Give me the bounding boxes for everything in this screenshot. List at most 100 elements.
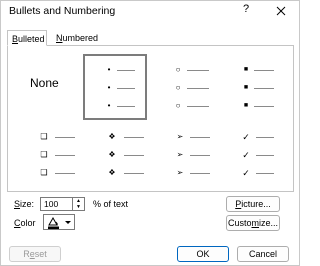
size-spin-down-button[interactable]: ▼	[73, 204, 84, 211]
picture-button-label: icture...	[241, 199, 271, 209]
size-label: Size:	[14, 199, 34, 209]
reset-button[interactable]: Reset	[9, 246, 61, 262]
bullet-preview-row: ❖	[102, 168, 166, 178]
title-bar: Bullets and Numbering ?	[1, 1, 301, 23]
bullet-style-hollow-square[interactable]: ❑ ❑ ❑	[29, 128, 93, 186]
reset-button-post: set	[34, 249, 47, 259]
bullet-preview-row: ✓	[236, 168, 300, 178]
customize-button-post: ize...	[259, 218, 279, 228]
arrowhead-icon: ➢	[176, 132, 184, 141]
hollow-circle-icon: ○	[175, 101, 181, 110]
color-label: Color	[14, 218, 36, 228]
font-color-icon	[48, 216, 71, 229]
checkmark-icon: ✓	[242, 132, 250, 142]
preview-line	[190, 137, 210, 138]
preview-line	[190, 155, 210, 156]
bullet-style-none[interactable]: None	[14, 53, 78, 119]
checkmark-icon: ✓	[242, 168, 250, 178]
bullet-style-checkmark[interactable]: ✓ ✓ ✓	[236, 128, 300, 186]
tab-bulleted[interactable]: Bulleted	[7, 30, 47, 46]
bullet-style-filled-square[interactable]: ■ ■ ■	[224, 55, 288, 121]
color-label-text: olor	[20, 218, 36, 228]
checkmark-icon: ✓	[242, 150, 250, 160]
arrowhead-icon: ➢	[176, 168, 184, 177]
bullet-preview-row: ✓	[236, 132, 300, 142]
bullet-style-arrowhead[interactable]: ➢ ➢ ➢	[170, 128, 234, 186]
size-label-text: ize:	[20, 199, 35, 209]
preview-line	[254, 70, 274, 71]
bullet-preview-row: ➢	[170, 168, 234, 178]
bullet-preview-row: ➢	[170, 150, 234, 160]
preview-line	[117, 70, 135, 71]
hollow-circle-icon: ○	[175, 65, 181, 74]
preview-line	[124, 173, 144, 174]
cancel-button[interactable]: Cancel	[237, 246, 289, 262]
bullet-preview-row: ○	[155, 101, 219, 111]
filled-square-icon: ■	[243, 66, 249, 73]
size-suffix: % of text	[93, 199, 129, 209]
bullet-preview-row: ❑	[29, 150, 93, 160]
preview-line	[187, 106, 209, 107]
preview-line	[55, 155, 75, 156]
picture-button[interactable]: Picture...	[226, 196, 280, 212]
hollow-square-icon: ❑	[40, 168, 48, 177]
small-dot-icon: •	[107, 101, 111, 110]
preview-line	[190, 173, 210, 174]
none-label: None	[30, 76, 59, 90]
preview-line	[254, 106, 274, 107]
preview-line	[187, 70, 209, 71]
size-input[interactable]	[40, 197, 73, 211]
dialog-title: Bullets and Numbering	[9, 5, 116, 17]
preview-line	[55, 137, 75, 138]
hollow-circle-icon: ○	[175, 83, 181, 92]
size-spinner: ▲ ▼	[73, 197, 85, 211]
bullet-preview-row: ■	[224, 65, 288, 75]
four-diamond-icon: ❖	[108, 168, 116, 177]
close-icon	[276, 6, 286, 16]
bullet-gallery-panel: None • • • ○ ○ ○ ■ ■ ■ ❑ ❑ ❑ ❖ ❖ ❖ ➢ ➢ ➢…	[7, 45, 294, 192]
bullet-preview-row: ■	[224, 83, 288, 93]
bullet-preview-row: ✓	[236, 150, 300, 160]
ok-button[interactable]: OK	[177, 246, 229, 262]
customize-button-pre: Custo	[227, 218, 252, 228]
filled-square-icon: ■	[243, 84, 249, 91]
arrowhead-icon: ➢	[176, 150, 184, 159]
bullet-preview-row: ○	[155, 65, 219, 75]
filled-square-icon: ■	[243, 102, 249, 109]
bullet-preview-row: ❖	[102, 132, 166, 142]
tab-numbered-label: umbered	[62, 33, 99, 43]
small-dot-icon: •	[107, 83, 111, 92]
close-button[interactable]	[273, 3, 289, 19]
hollow-square-icon: ❑	[40, 132, 48, 141]
bullet-preview-row: ■	[224, 101, 288, 111]
preview-line	[117, 106, 135, 107]
small-dot-icon: •	[107, 65, 111, 74]
tab-numbered[interactable]: Numbered	[52, 30, 102, 46]
hollow-square-icon: ❑	[40, 150, 48, 159]
bullet-preview-row: ○	[155, 83, 219, 93]
preview-line	[124, 137, 144, 138]
bullet-style-four-diamond[interactable]: ❖ ❖ ❖	[102, 128, 166, 186]
bullet-preview-row: ❖	[102, 150, 166, 160]
four-diamond-icon: ❖	[108, 150, 116, 159]
preview-line	[256, 155, 274, 156]
preview-line	[254, 88, 274, 89]
bullet-preview-row: ❑	[29, 168, 93, 178]
color-picker-button[interactable]	[43, 214, 75, 230]
preview-line	[256, 173, 274, 174]
four-diamond-icon: ❖	[108, 132, 116, 141]
bullet-style-hollow-circle[interactable]: ○ ○ ○	[155, 55, 219, 121]
preview-line	[256, 137, 274, 138]
help-button[interactable]: ?	[239, 3, 253, 19]
bullets-and-numbering-dialog: Bullets and Numbering ? Bulleted Numbere…	[0, 0, 300, 266]
bullet-preview-row: •	[85, 83, 149, 93]
bullet-preview-row: •	[85, 101, 149, 111]
bullet-preview-row: ❑	[29, 132, 93, 142]
preview-line	[55, 173, 75, 174]
preview-line	[124, 155, 144, 156]
preview-line	[117, 88, 135, 89]
customize-button[interactable]: Customize...	[226, 215, 280, 231]
bullet-preview-row: •	[85, 65, 149, 75]
bullet-style-small-dot[interactable]: • • •	[83, 54, 147, 120]
preview-line	[187, 88, 209, 89]
